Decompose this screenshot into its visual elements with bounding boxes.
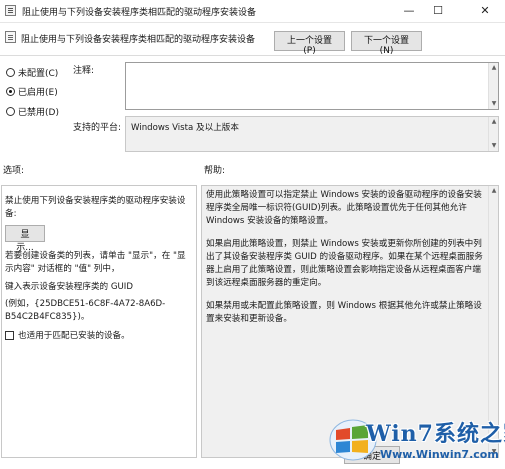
radio-enabled-label: 已启用(E) <box>18 88 58 98</box>
options-heading: 选项: <box>3 166 25 176</box>
radio-enabled-indicator[interactable] <box>6 87 15 96</box>
minimize-button[interactable]: — <box>396 0 422 22</box>
guid-example: (例如，{25DBCE51-6C8F-4A72-8A6D-B54C2B4FC83… <box>5 299 166 322</box>
title-bar: 阻止使用与下列设备安装程序类相匹配的驱动程序安装设备 — ☐ ✕ <box>0 0 505 23</box>
guid-instruction: 键入表示设备安装程序类的 GUID <box>5 282 133 292</box>
help-paragraph: 使用此策略设置可以指定禁止 Windows 安装的设备驱动程序的设备安装程序类全… <box>206 190 482 226</box>
radio-not-configured[interactable]: 未配置(C) <box>6 66 58 79</box>
help-paragraph: 如果启用此策略设置，则禁止 Windows 安装或更新你所创建的列表中列出了其设… <box>206 239 483 288</box>
setting-icon <box>5 31 16 43</box>
options-description: 禁止使用下列设备安装程序类的驱动程序安装设备: <box>5 196 186 219</box>
previous-setting-button[interactable]: 上一个设置(P) <box>274 31 345 56</box>
supported-scrollbar[interactable]: ▲ ▼ <box>488 117 498 151</box>
help-heading: 帮助: <box>204 166 226 176</box>
options-panel: 禁止使用下列设备安装程序类的驱动程序安装设备: 显示... 若要创建设备类的列表… <box>1 185 197 458</box>
options-hint: 若要创建设备类的列表，请单击 "显示"，在 "显示内容" 对话框的 "值" 列中… <box>5 251 186 274</box>
supported-platform-box: Windows Vista 及以上版本 ▲ ▼ <box>125 116 499 152</box>
apply-installed-label: 也适用于匹配已安装的设备。 <box>18 331 130 341</box>
radio-disabled-indicator[interactable] <box>6 107 15 116</box>
scroll-up-icon[interactable]: ▲ <box>489 186 499 196</box>
radio-not-configured-label: 未配置(C) <box>18 69 59 79</box>
radio-not-configured-indicator[interactable] <box>6 68 15 77</box>
setting-title: 阻止使用与下列设备安装程序类相匹配的驱动程序安装设备 <box>21 35 256 45</box>
scroll-down-icon[interactable]: ▼ <box>489 99 499 109</box>
scroll-down-icon[interactable]: ▼ <box>489 141 499 151</box>
radio-disabled[interactable]: 已禁用(D) <box>6 105 59 118</box>
supported-platform-value: Windows Vista 及以上版本 <box>131 123 239 133</box>
scroll-up-icon[interactable]: ▲ <box>489 63 499 73</box>
supported-platform-label: 支持的平台: <box>73 123 122 133</box>
comment-label: 注释: <box>73 66 95 76</box>
header-separator <box>0 55 505 56</box>
radio-enabled[interactable]: 已启用(E) <box>6 85 58 98</box>
apply-installed-row[interactable]: 也适用于匹配已安装的设备。 <box>5 330 130 343</box>
comment-scrollbar[interactable]: ▲ ▼ <box>488 63 498 109</box>
watermark-title: Win7系统之家 <box>366 421 505 447</box>
window-title: 阻止使用与下列设备安装程序类相匹配的驱动程序安装设备 <box>22 8 257 18</box>
next-setting-button[interactable]: 下一个设置(N) <box>351 31 422 56</box>
close-button[interactable]: ✕ <box>472 0 498 22</box>
apply-installed-checkbox[interactable] <box>5 331 14 340</box>
show-button[interactable]: 显示... <box>5 225 45 253</box>
maximize-button[interactable]: ☐ <box>425 0 451 22</box>
scroll-up-icon[interactable]: ▲ <box>489 117 499 127</box>
policy-editor-icon <box>5 5 16 16</box>
comment-textarea[interactable]: ▲ ▼ <box>125 62 499 110</box>
help-paragraph: 如果禁用或未配置此策略设置，则 Windows 根据其他允许或禁止策略设置来安装… <box>206 301 482 324</box>
radio-disabled-label: 已禁用(D) <box>18 108 59 118</box>
watermark-url: Www.Winwin7.com <box>380 448 499 461</box>
site-watermark: Win7系统之家 Www.Winwin7.com <box>328 414 505 468</box>
